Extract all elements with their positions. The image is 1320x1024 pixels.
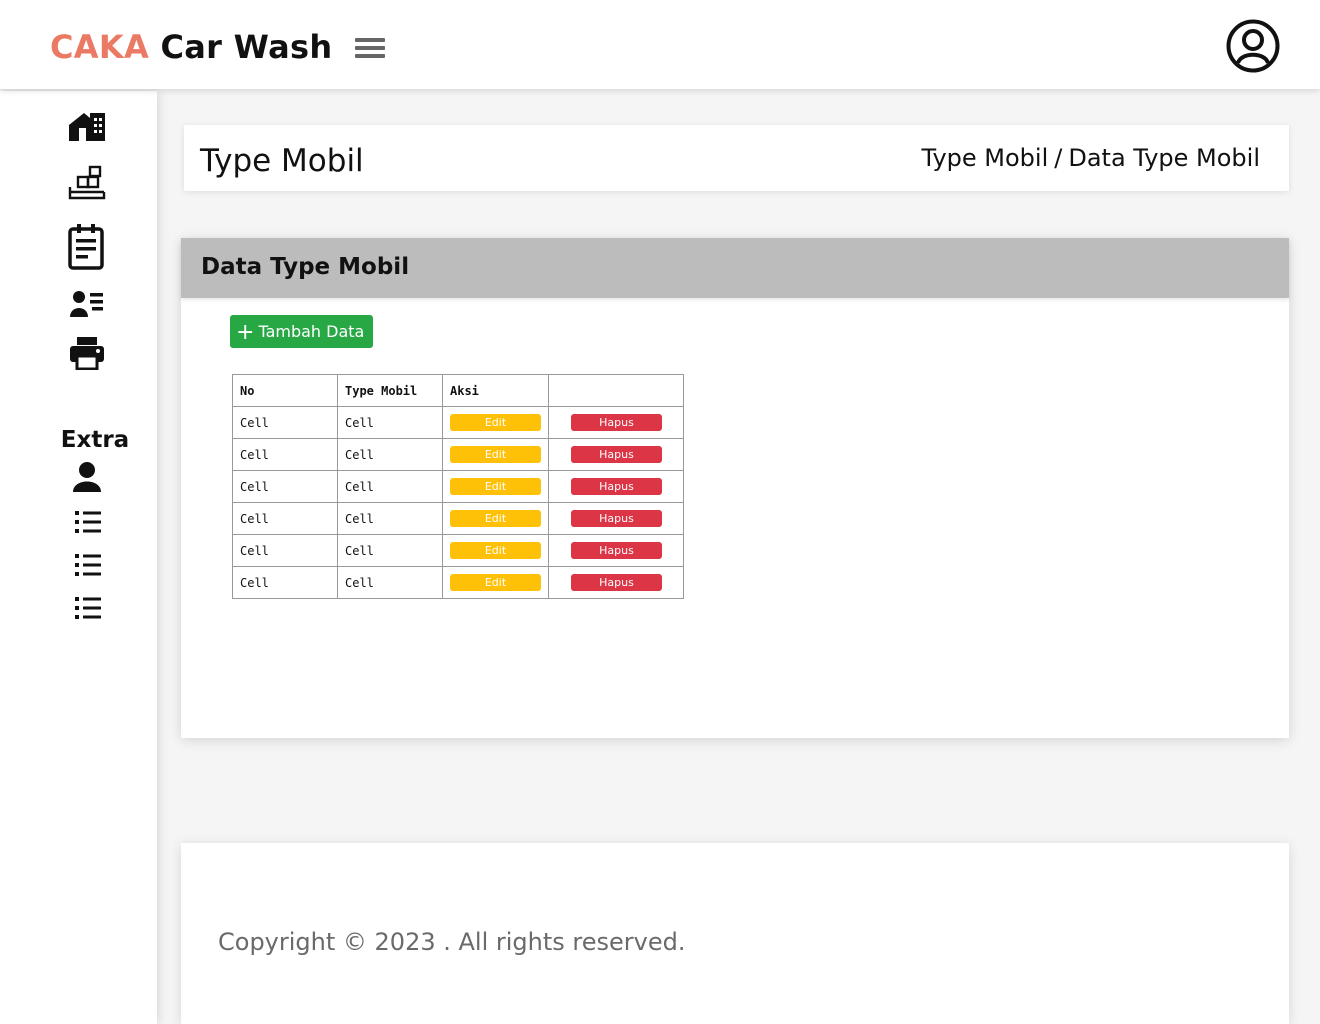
footer: Copyright © 2023 . All rights reserved. bbox=[181, 843, 1289, 1024]
cell-no: Cell bbox=[232, 470, 338, 503]
add-data-button[interactable]: + Tambah Data bbox=[230, 315, 373, 348]
clipboard-icon[interactable] bbox=[68, 224, 104, 270]
plus-icon: + bbox=[236, 320, 255, 345]
edit-button[interactable]: Edit bbox=[450, 574, 541, 591]
edit-button[interactable]: Edit bbox=[450, 510, 541, 527]
column-header-aksi: Aksi bbox=[442, 374, 549, 407]
edit-button[interactable]: Edit bbox=[450, 414, 541, 431]
cell-type: Cell bbox=[337, 470, 443, 503]
data-table: No Type Mobil Aksi Cell Cell Edit Hapus … bbox=[232, 374, 684, 599]
edit-button[interactable]: Edit bbox=[450, 478, 541, 495]
brand-name: Car Wash bbox=[149, 28, 333, 66]
user-circle-icon[interactable] bbox=[1226, 19, 1280, 73]
page-title: Type Mobil bbox=[200, 143, 364, 179]
breadcrumb-separator: / bbox=[1054, 144, 1063, 172]
home-icon[interactable] bbox=[68, 108, 106, 146]
cell-no: Cell bbox=[232, 438, 338, 471]
data-card: Data Type Mobil + Tambah Data No Type Mob… bbox=[181, 238, 1289, 738]
copyright-text: Copyright © 2023 . All rights reserved. bbox=[218, 928, 686, 956]
page-header-card: Type Mobil Type Mobil / Data Type Mobil bbox=[184, 125, 1289, 191]
table-row: Cell Cell Edit Hapus bbox=[232, 534, 684, 567]
table-row: Cell Cell Edit Hapus bbox=[232, 406, 684, 439]
delete-button[interactable]: Hapus bbox=[571, 446, 662, 463]
data-card-header: Data Type Mobil bbox=[181, 238, 1289, 298]
cell-no: Cell bbox=[232, 534, 338, 567]
edit-button[interactable]: Edit bbox=[450, 446, 541, 463]
top-navbar: CAKA Car Wash bbox=[0, 0, 1320, 89]
list-icon[interactable] bbox=[75, 597, 101, 619]
sidebar: Extra bbox=[0, 91, 157, 1024]
user-list-icon[interactable] bbox=[70, 289, 104, 319]
cell-type: Cell bbox=[337, 502, 443, 535]
delete-button[interactable]: Hapus bbox=[571, 510, 662, 527]
column-header-type: Type Mobil bbox=[337, 374, 443, 407]
breadcrumb-item[interactable]: Type Mobil bbox=[922, 144, 1049, 172]
table-row: Cell Cell Edit Hapus bbox=[232, 566, 684, 599]
delete-button[interactable]: Hapus bbox=[571, 542, 662, 559]
add-data-label: Tambah Data bbox=[258, 322, 365, 341]
cell-type: Cell bbox=[337, 438, 443, 471]
cell-no: Cell bbox=[232, 406, 338, 439]
cell-type: Cell bbox=[337, 534, 443, 567]
user-icon[interactable] bbox=[72, 461, 102, 493]
column-header-no: No bbox=[232, 374, 338, 407]
list-icon[interactable] bbox=[75, 554, 101, 576]
cell-no: Cell bbox=[232, 502, 338, 535]
sidebar-section-extra: Extra bbox=[60, 427, 130, 453]
table-header-row: No Type Mobil Aksi bbox=[232, 374, 684, 407]
delete-button[interactable]: Hapus bbox=[571, 574, 662, 591]
brand-logo[interactable]: CAKA Car Wash bbox=[50, 28, 332, 66]
delete-button[interactable]: Hapus bbox=[571, 478, 662, 495]
breadcrumb-item-active: Data Type Mobil bbox=[1068, 144, 1260, 172]
hamburger-icon[interactable] bbox=[355, 38, 385, 58]
brand-accent: CAKA bbox=[50, 28, 150, 66]
cell-type: Cell bbox=[337, 406, 443, 439]
boxes-icon[interactable] bbox=[68, 165, 106, 203]
cell-type: Cell bbox=[337, 566, 443, 599]
list-icon[interactable] bbox=[75, 511, 101, 533]
delete-button[interactable]: Hapus bbox=[571, 414, 662, 431]
table-row: Cell Cell Edit Hapus bbox=[232, 438, 684, 471]
data-card-title: Data Type Mobil bbox=[201, 254, 410, 280]
edit-button[interactable]: Edit bbox=[450, 542, 541, 559]
column-header-empty bbox=[548, 374, 684, 407]
breadcrumb: Type Mobil / Data Type Mobil bbox=[922, 144, 1260, 172]
cell-no: Cell bbox=[232, 566, 338, 599]
table-row: Cell Cell Edit Hapus bbox=[232, 470, 684, 503]
printer-icon[interactable] bbox=[70, 336, 104, 371]
table-row: Cell Cell Edit Hapus bbox=[232, 502, 684, 535]
